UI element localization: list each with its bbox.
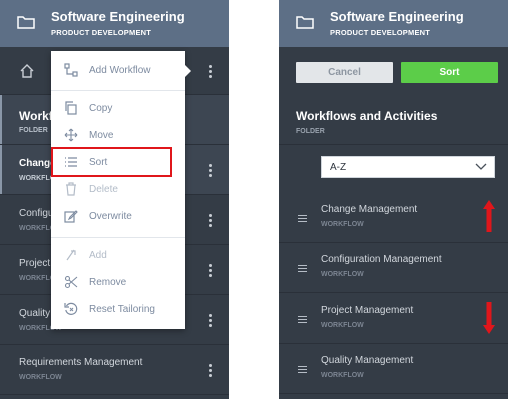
menu-item-label: Remove [89, 277, 127, 288]
more-options-icon[interactable] [208, 164, 212, 178]
menu-divider [51, 237, 185, 238]
sortable-item-subtitle: WORKFLOW [321, 372, 364, 379]
menu-item-delete[interactable]: Delete [51, 180, 185, 200]
sort-button[interactable]: Sort [401, 62, 498, 83]
list-item-title: Quality [19, 308, 51, 319]
menu-item-copy[interactable]: Copy [51, 99, 185, 119]
more-options-icon[interactable] [208, 314, 212, 328]
menu-item-reset-tailoring[interactable]: Reset Tailoring [51, 300, 185, 320]
more-options-icon[interactable] [208, 214, 212, 228]
sortable-item-title: Configuration Management [321, 254, 442, 265]
sortable-item-title: Project Management [321, 305, 414, 316]
sortable-item-subtitle: WORKFLOW [321, 322, 364, 329]
project-title: Software Engineering [51, 9, 185, 24]
menu-item-add[interactable]: Add [51, 246, 185, 266]
list-item-subtitle: FOLDER [19, 127, 48, 134]
menu-item-remove[interactable]: Remove [51, 273, 185, 293]
sortable-item-subtitle: WORKFLOW [321, 221, 364, 228]
menu-item-label: Overwrite [89, 211, 132, 222]
menu-item-overwrite[interactable]: Overwrite [51, 207, 185, 227]
sort-order-value: A-Z [330, 162, 347, 173]
menu-item-label: Move [89, 130, 114, 141]
list-item-title: Configu [19, 208, 54, 219]
chevron-down-icon [475, 163, 487, 170]
reset-tailoring-icon [64, 302, 78, 315]
list-item[interactable]: Requirements Management WORKFLOW [0, 345, 229, 395]
project-header: Software Engineering PRODUCT DEVELOPMENT [0, 0, 229, 47]
folder-icon [17, 16, 35, 29]
add-icon [66, 249, 76, 261]
menu-pointer [185, 65, 191, 77]
drag-handle-icon[interactable] [298, 316, 307, 323]
home-icon[interactable] [19, 63, 35, 79]
add-workflow-icon [64, 63, 78, 77]
drag-handle-icon[interactable] [298, 265, 307, 272]
right-panel: Software Engineering PRODUCT DEVELOPMENT… [279, 0, 508, 399]
overwrite-icon [64, 210, 78, 223]
sortable-item[interactable]: Change Management WORKFLOW [279, 193, 508, 243]
sortable-item[interactable]: Configuration Management WORKFLOW [279, 243, 508, 293]
menu-item-label: Add Workflow [89, 65, 151, 76]
sortable-item-title: Change Management [321, 204, 418, 215]
section-title: Workflows and Activities [296, 109, 438, 123]
menu-item-label: Delete [89, 184, 118, 195]
sort-order-select[interactable]: A-Z [321, 156, 495, 178]
sortable-item[interactable]: Project Management WORKFLOW [279, 294, 508, 344]
project-subtitle: PRODUCT DEVELOPMENT [51, 28, 152, 37]
menu-item-label: Copy [89, 103, 113, 114]
project-subtitle: PRODUCT DEVELOPMENT [330, 28, 431, 37]
move-icon [64, 128, 78, 142]
drag-handle-icon[interactable] [298, 366, 307, 373]
cancel-button[interactable]: Cancel [296, 62, 393, 83]
section-subtitle: FOLDER [296, 128, 325, 135]
menu-item-label: Reset Tailoring [89, 304, 155, 315]
list-item-subtitle: WORKFLOW [19, 374, 62, 381]
sortable-item-title: Quality Management [321, 355, 414, 366]
more-options-icon[interactable] [208, 364, 212, 378]
move-down-arrow-icon [483, 302, 495, 334]
sortable-item[interactable]: Quality Management WORKFLOW [279, 344, 508, 394]
menu-item-move[interactable]: Move [51, 126, 185, 146]
context-menu: Add Workflow Copy Move Sort Delete Overw… [51, 51, 191, 329]
remove-icon [64, 275, 78, 289]
list-item-title: Project [19, 258, 51, 269]
copy-icon [65, 101, 77, 115]
project-title: Software Engineering [330, 9, 464, 24]
list-item-title: Requirements Management [19, 357, 143, 368]
home-kebab-icon[interactable] [208, 65, 212, 79]
menu-divider [51, 90, 185, 91]
drag-handle-icon[interactable] [298, 215, 307, 222]
folder-icon [296, 16, 314, 29]
menu-item-label: Add [89, 250, 107, 261]
move-up-arrow-icon [483, 200, 495, 232]
sortable-item-subtitle: WORKFLOW [321, 271, 364, 278]
sort-highlight-box [51, 147, 172, 177]
section-header: Workflows and Activities FOLDER [279, 95, 508, 145]
project-header: Software Engineering PRODUCT DEVELOPMENT [279, 0, 508, 47]
menu-item-add-workflow[interactable]: Add Workflow [51, 61, 185, 81]
more-options-icon[interactable] [208, 264, 212, 278]
delete-icon [66, 182, 76, 196]
